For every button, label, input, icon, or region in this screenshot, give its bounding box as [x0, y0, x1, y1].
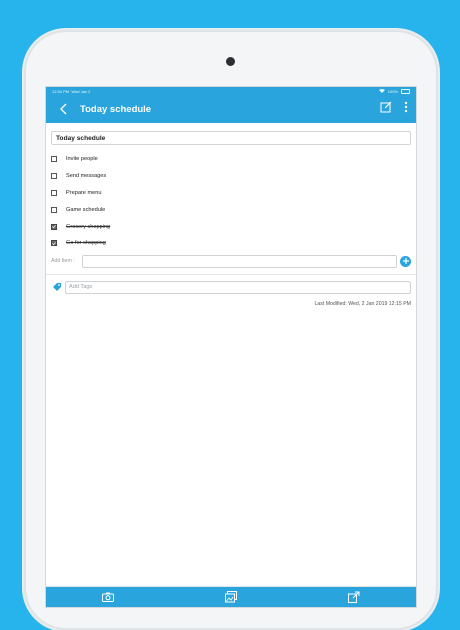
item-checkbox[interactable]: [51, 189, 57, 196]
item-label: Go for shopping: [66, 240, 106, 247]
battery-icon: [401, 88, 410, 94]
add-item-row: Add Item :: [51, 254, 411, 268]
checkmark-icon: [52, 225, 56, 229]
share-icon[interactable]: [347, 590, 361, 604]
item-label: Grocery shopping: [66, 223, 111, 230]
item-label: Invite people: [66, 156, 98, 163]
checkmark-icon: [52, 241, 56, 246]
item-label: Send messages: [66, 173, 107, 180]
status-bar: 12:34 PM Wed Jan 2 100%: [46, 87, 416, 95]
checklist: Invite people Send messages Prepare menu…: [51, 151, 411, 252]
item-label: Game schedule: [66, 206, 106, 213]
back-chevron-icon[interactable]: [54, 100, 72, 118]
section-divider: [46, 273, 416, 275]
checklist-item[interactable]: Prepare menu: [51, 185, 411, 202]
status-time: 12:34 PM: [52, 88, 70, 94]
tags-input[interactable]: Add Tags: [65, 280, 411, 294]
checklist-item[interactable]: Invite people: [51, 151, 411, 168]
app-screen: 12:34 PM Wed Jan 2 100% Today schedule T…: [46, 87, 416, 607]
status-right: 100%: [378, 88, 410, 94]
item-checkbox[interactable]: [51, 173, 57, 180]
item-checkbox[interactable]: [51, 206, 57, 213]
add-item-label: Add Item :: [51, 258, 75, 265]
item-checkbox-checked[interactable]: [51, 240, 57, 247]
battery-percent: 100%: [387, 88, 398, 94]
note-title-input[interactable]: Today schedule: [51, 131, 411, 145]
last-modified-text: Last Modified: Wed, 2 Jan 2019 12:15 PM: [314, 300, 411, 307]
item-checkbox[interactable]: [51, 156, 57, 163]
status-date: Wed Jan 2: [71, 88, 91, 94]
add-item-input[interactable]: [82, 254, 397, 268]
plus-icon: [402, 258, 409, 265]
front-camera: [226, 57, 235, 66]
edit-note-icon[interactable]: [380, 100, 392, 118]
app-toolbar: Today schedule: [46, 95, 416, 123]
add-item-button[interactable]: [400, 255, 411, 267]
tag-icon: [51, 282, 62, 293]
tags-row: Add Tags: [51, 280, 411, 294]
toolbar-actions: [380, 100, 408, 118]
wifi-icon: [378, 88, 385, 94]
item-label: Prepare menu: [66, 189, 102, 196]
checklist-item[interactable]: Send messages: [51, 168, 411, 185]
image-gallery-icon[interactable]: [224, 590, 238, 604]
note-content: Today schedule Invite people Send messag…: [46, 131, 416, 307]
more-vertical-icon[interactable]: [404, 100, 408, 118]
camera-icon[interactable]: [101, 590, 115, 604]
bottom-toolbar: [46, 587, 416, 607]
checklist-item[interactable]: Game schedule: [51, 201, 411, 218]
page-title: Today schedule: [80, 103, 152, 115]
tablet-device: 12:34 PM Wed Jan 2 100% Today schedule T…: [24, 30, 438, 630]
checklist-item[interactable]: Go for shopping: [51, 235, 411, 252]
status-left: 12:34 PM Wed Jan 2: [52, 89, 90, 94]
item-checkbox-checked[interactable]: [51, 223, 57, 230]
checklist-item[interactable]: Grocery shopping: [51, 218, 411, 235]
